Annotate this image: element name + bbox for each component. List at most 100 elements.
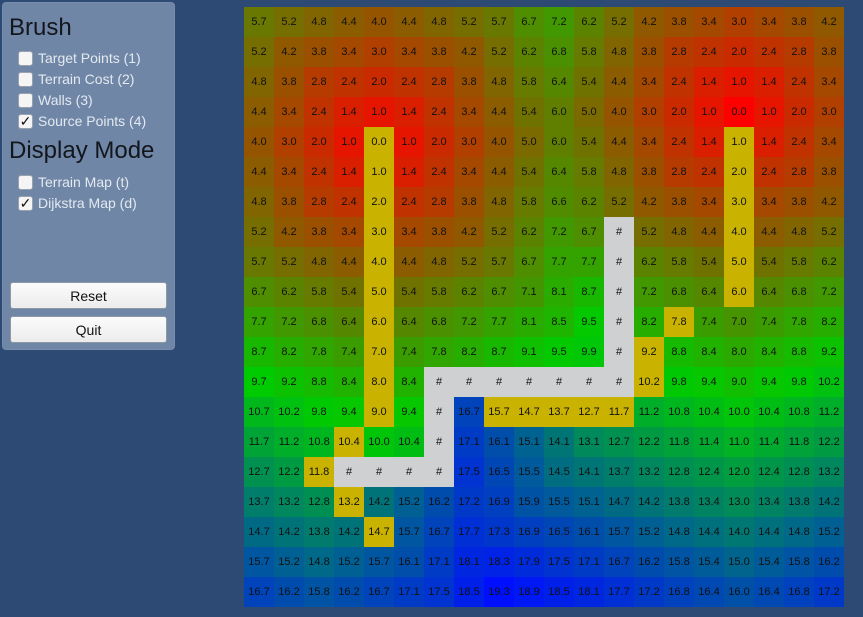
- grid-cell[interactable]: 10.0: [724, 397, 754, 427]
- grid-cell[interactable]: 3.8: [784, 7, 814, 37]
- grid-cell[interactable]: 14.2: [814, 487, 844, 517]
- grid-cell[interactable]: 3.8: [424, 37, 454, 67]
- grid-cell[interactable]: 13.2: [634, 457, 664, 487]
- grid-cell[interactable]: 9.4: [394, 397, 424, 427]
- grid-cell[interactable]: 9.5: [574, 307, 604, 337]
- grid-cell[interactable]: 4.8: [244, 187, 274, 217]
- grid-cell[interactable]: 4.2: [274, 217, 304, 247]
- grid-cell[interactable]: 5.8: [514, 67, 544, 97]
- grid-cell[interactable]: 14.4: [694, 517, 724, 547]
- grid-cell[interactable]: 7.4: [334, 337, 364, 367]
- grid-cell[interactable]: 16.2: [274, 577, 304, 607]
- grid-cell[interactable]: 9.2: [274, 367, 304, 397]
- target-cell[interactable]: 2.0: [724, 157, 754, 187]
- grid-cell[interactable]: 17.2: [814, 577, 844, 607]
- grid-cell[interactable]: 13.0: [724, 487, 754, 517]
- grid-cell[interactable]: 4.4: [694, 217, 724, 247]
- grid-cell[interactable]: 17.5: [544, 547, 574, 577]
- grid-cell[interactable]: 3.8: [814, 157, 844, 187]
- grid-cell[interactable]: 15.2: [634, 517, 664, 547]
- grid-cell[interactable]: 14.8: [664, 517, 694, 547]
- grid-cell[interactable]: 2.0: [664, 97, 694, 127]
- grid-cell[interactable]: 6.8: [304, 307, 334, 337]
- target-cell[interactable]: 11.7: [604, 397, 634, 427]
- grid-cell[interactable]: 15.4: [754, 547, 784, 577]
- grid-cell[interactable]: 3.8: [274, 187, 304, 217]
- grid-cell[interactable]: 7.2: [454, 307, 484, 337]
- grid-cell[interactable]: 6.8: [424, 307, 454, 337]
- grid-cell[interactable]: 11.8: [784, 427, 814, 457]
- wall-cell[interactable]: #: [604, 277, 634, 307]
- grid-cell[interactable]: 17.5: [454, 457, 484, 487]
- grid-cell[interactable]: 9.8: [304, 397, 334, 427]
- grid-cell[interactable]: 4.0: [364, 7, 394, 37]
- grid-cell[interactable]: 7.4: [754, 307, 784, 337]
- grid-cell[interactable]: 12.0: [724, 457, 754, 487]
- grid-cell[interactable]: 2.4: [694, 37, 724, 67]
- grid-cell[interactable]: 6.4: [694, 277, 724, 307]
- grid-cell[interactable]: 10.0: [364, 427, 394, 457]
- grid-cell[interactable]: 10.8: [664, 397, 694, 427]
- grid-cell[interactable]: 2.8: [424, 67, 454, 97]
- wall-cell[interactable]: #: [364, 457, 394, 487]
- grid-cell[interactable]: 16.2: [634, 547, 664, 577]
- wall-cell[interactable]: #: [424, 397, 454, 427]
- target-cell[interactable]: 7.8: [664, 307, 694, 337]
- grid-cell[interactable]: 17.7: [454, 517, 484, 547]
- grid-cell[interactable]: 3.4: [274, 97, 304, 127]
- grid-cell[interactable]: 1.0: [364, 97, 394, 127]
- grid-cell[interactable]: 8.4: [394, 367, 424, 397]
- wall-cell[interactable]: #: [604, 217, 634, 247]
- grid-cell[interactable]: 5.2: [454, 7, 484, 37]
- grid-cell[interactable]: 2.4: [694, 157, 724, 187]
- target-cell[interactable]: 5.0: [724, 247, 754, 277]
- grid-cell[interactable]: 8.7: [574, 277, 604, 307]
- grid-cell[interactable]: 7.1: [514, 277, 544, 307]
- grid-cell[interactable]: 1.4: [754, 127, 784, 157]
- grid-cell[interactable]: 9.8: [784, 367, 814, 397]
- grid-cell[interactable]: 13.7: [604, 457, 634, 487]
- checkbox-walls[interactable]: [18, 92, 33, 108]
- grid-cell[interactable]: 3.8: [454, 67, 484, 97]
- grid-cell[interactable]: 5.7: [484, 247, 514, 277]
- grid-cell[interactable]: 17.9: [514, 547, 544, 577]
- grid-cell[interactable]: 2.0: [724, 37, 754, 67]
- grid-cell[interactable]: 13.2: [814, 457, 844, 487]
- grid-cell[interactable]: 2.4: [304, 157, 334, 187]
- grid-cell[interactable]: 2.4: [664, 67, 694, 97]
- grid-cell[interactable]: 8.4: [694, 337, 724, 367]
- grid-cell[interactable]: 16.7: [424, 517, 454, 547]
- grid-cell[interactable]: 13.8: [784, 487, 814, 517]
- grid-cell[interactable]: 10.2: [814, 367, 844, 397]
- wall-cell[interactable]: #: [544, 367, 574, 397]
- grid-cell[interactable]: 6.8: [784, 277, 814, 307]
- grid-cell[interactable]: 11.2: [814, 397, 844, 427]
- grid-cell[interactable]: 8.2: [634, 307, 664, 337]
- target-cell[interactable]: 11.8: [304, 457, 334, 487]
- grid-cell[interactable]: 5.8: [424, 277, 454, 307]
- grid-cell[interactable]: 4.4: [334, 7, 364, 37]
- grid-cell[interactable]: 5.2: [814, 217, 844, 247]
- grid-cell[interactable]: 8.7: [484, 337, 514, 367]
- grid-cell[interactable]: 14.8: [304, 547, 334, 577]
- wall-cell[interactable]: #: [514, 367, 544, 397]
- grid-cell[interactable]: 8.4: [754, 337, 784, 367]
- grid-cell[interactable]: 9.9: [574, 337, 604, 367]
- grid-cell[interactable]: 5.4: [754, 247, 784, 277]
- grid-cell[interactable]: 5.0: [514, 127, 544, 157]
- grid-cell[interactable]: 1.4: [694, 67, 724, 97]
- grid-cell[interactable]: 14.5: [544, 457, 574, 487]
- grid-cell[interactable]: 11.0: [724, 427, 754, 457]
- target-cell[interactable]: 8.0: [364, 367, 394, 397]
- grid-cell[interactable]: 11.2: [274, 427, 304, 457]
- grid-cell[interactable]: 4.4: [394, 247, 424, 277]
- grid-cell[interactable]: 15.5: [544, 487, 574, 517]
- grid-cell[interactable]: 9.7: [244, 367, 274, 397]
- grid-cell[interactable]: 18.5: [544, 577, 574, 607]
- grid-cell[interactable]: 4.2: [814, 7, 844, 37]
- grid-cell[interactable]: 13.8: [304, 517, 334, 547]
- grid-cell[interactable]: 2.4: [754, 157, 784, 187]
- grid-cell[interactable]: 7.2: [274, 307, 304, 337]
- grid-cell[interactable]: 5.4: [574, 67, 604, 97]
- grid-cell[interactable]: 7.8: [424, 337, 454, 367]
